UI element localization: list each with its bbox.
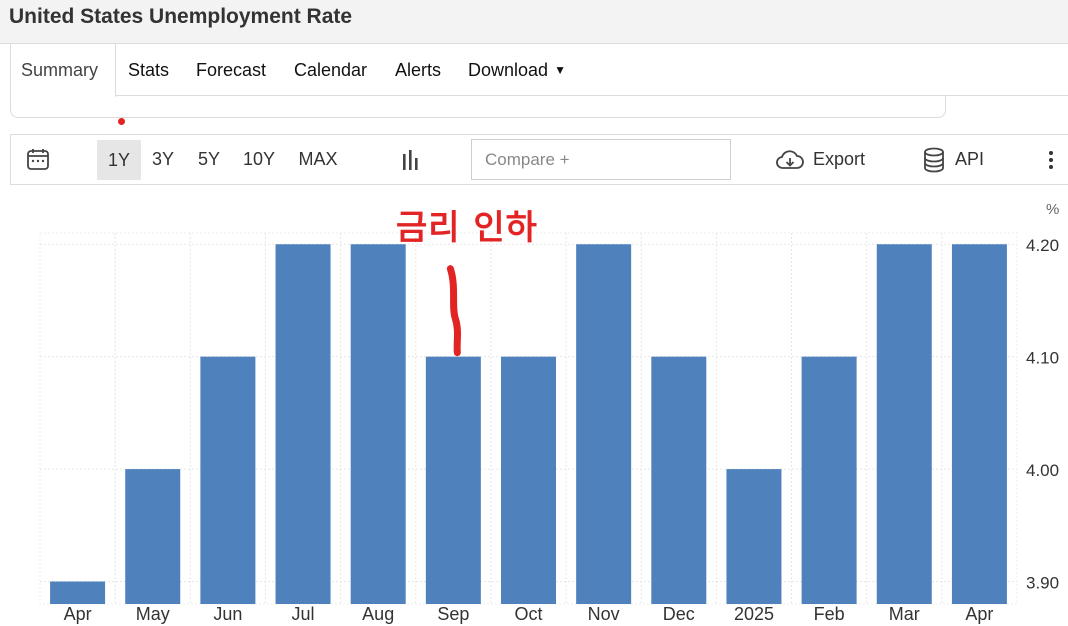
chart-annotation-text: 금리 인하 [396,208,538,248]
caret-down-icon: ▼ [554,63,566,77]
bar [125,469,181,604]
range-5y[interactable]: 5Y [191,135,227,184]
x-tick-label: Aug [362,604,394,624]
x-tick-label: Nov [588,604,620,624]
api-label: API [955,149,985,169]
y-tick-label: 3.90 [1026,574,1059,593]
x-tick-label: Jun [213,604,242,624]
more-vertical-icon[interactable] [1041,135,1061,184]
title-bar: United States Unemployment Rate [0,0,1068,44]
tab-download-label: Download [468,60,549,80]
x-tick-label: Oct [514,604,542,624]
database-icon [924,147,944,173]
bar [651,356,707,604]
y-tick-label: 4.10 [1026,349,1059,368]
export-button[interactable]: Export [775,135,875,184]
bar [200,356,256,604]
bar [50,581,106,604]
tab-summary[interactable]: Summary [10,44,116,97]
page-title: United States Unemployment Rate [9,5,353,28]
annotation-marker-line [446,265,461,357]
cloud-download-icon [776,150,804,170]
summary-panel [10,96,946,118]
bar [275,244,331,604]
calendar-icon[interactable] [23,135,53,184]
bar [801,356,857,604]
x-tick-label: Apr [64,604,92,624]
tab-stats[interactable]: Stats [128,44,169,96]
bar [350,244,406,604]
x-tick-label: 2025 [734,604,774,624]
range-1y[interactable]: 1Y [97,140,141,180]
y-tick-label: 4.20 [1026,236,1059,255]
chart-area: 4.20 4.10 4.00 3.90% Apr May Jun Jul Aug Sep Oct No… [0,186,1068,626]
chart-toolbar: 1Y 3Y 5Y 10Y MAX Export API [10,134,1068,185]
range-3y[interactable]: 3Y [145,135,181,184]
x-tick-label: Mar [889,604,920,624]
bar [576,244,632,604]
bar-chart: 4.20 4.10 4.00 3.90% Apr May Jun Jul Aug Sep Oct No… [39,201,1059,624]
range-10y[interactable]: 10Y [237,135,281,184]
tab-bar: Summary Stats Forecast Calendar Alerts D… [10,44,1068,97]
bar [951,244,1007,604]
export-label: Export [813,149,866,169]
x-tick-label: Dec [663,604,695,624]
x-tick-label: Jul [292,604,315,624]
range-max[interactable]: MAX [293,135,343,184]
marker-dot [118,118,125,125]
api-button[interactable]: API [923,135,1003,184]
y-tick-label: 4.00 [1026,461,1059,480]
bar [876,244,932,604]
x-tick-label: Feb [814,604,845,624]
bar [501,356,556,604]
tab-forecast[interactable]: Forecast [196,44,266,96]
bar-chart-icon[interactable] [399,135,423,184]
x-tick-label: Apr [965,604,993,624]
y-unit-label: % [1046,201,1059,218]
bar [425,356,481,604]
tab-calendar[interactable]: Calendar [294,44,367,96]
tab-download[interactable]: Download ▼ [468,44,566,96]
x-tick-label: Sep [437,604,469,624]
x-tick-label: May [136,604,170,624]
tab-alerts[interactable]: Alerts [395,44,441,96]
bar [726,469,782,604]
compare-input[interactable] [471,139,731,180]
